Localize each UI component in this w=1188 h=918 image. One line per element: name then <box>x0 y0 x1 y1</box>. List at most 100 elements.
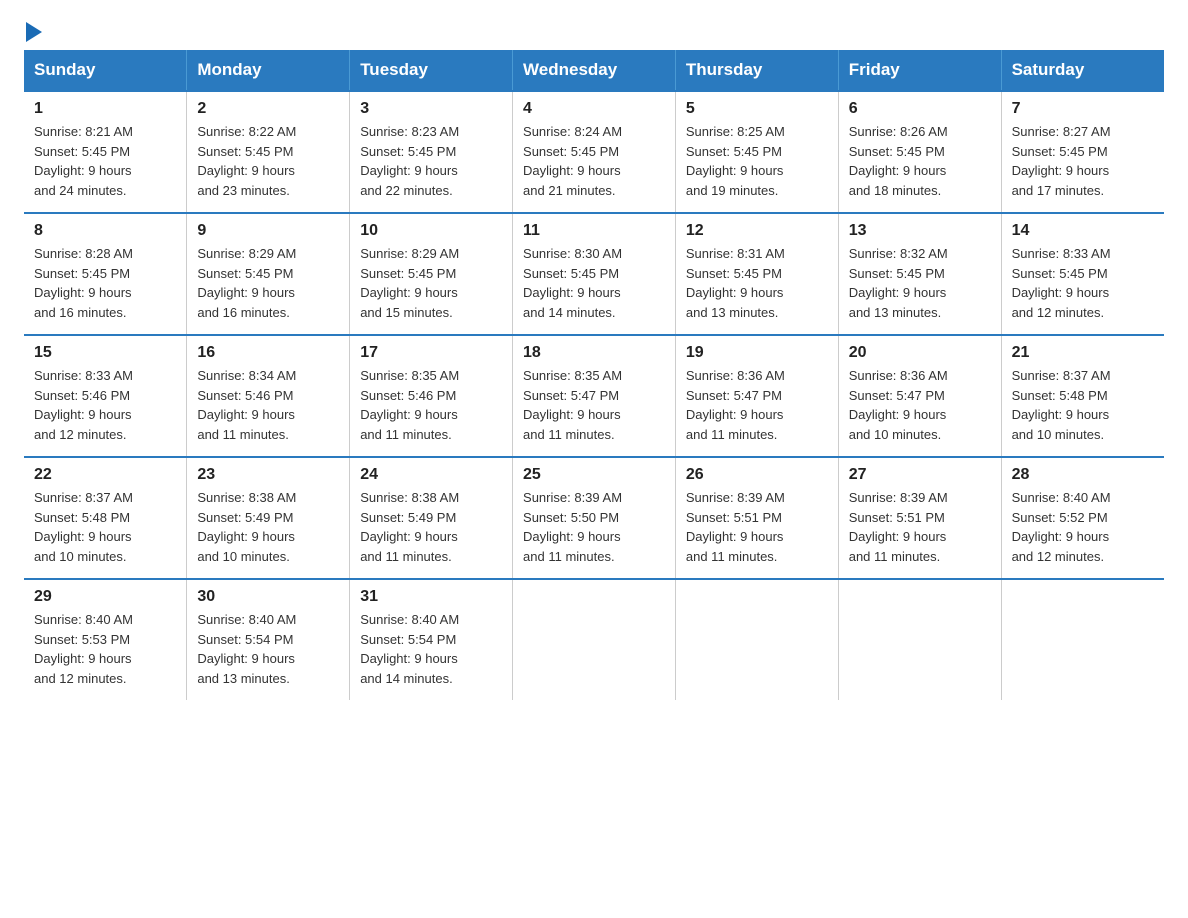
calendar-day-cell: 11 Sunrise: 8:30 AMSunset: 5:45 PMDayligh… <box>513 213 676 335</box>
day-info: Sunrise: 8:23 AMSunset: 5:45 PMDaylight:… <box>360 122 502 200</box>
day-info: Sunrise: 8:39 AMSunset: 5:50 PMDaylight:… <box>523 488 665 566</box>
calendar-day-cell: 25 Sunrise: 8:39 AMSunset: 5:50 PMDayligh… <box>513 457 676 579</box>
day-number: 17 <box>360 344 502 362</box>
page-header <box>24 24 1164 40</box>
weekday-header-friday: Friday <box>838 50 1001 91</box>
day-info: Sunrise: 8:32 AMSunset: 5:45 PMDaylight:… <box>849 244 991 322</box>
day-info: Sunrise: 8:39 AMSunset: 5:51 PMDaylight:… <box>849 488 991 566</box>
day-number: 13 <box>849 222 991 240</box>
day-info: Sunrise: 8:31 AMSunset: 5:45 PMDaylight:… <box>686 244 828 322</box>
calendar-day-cell <box>1001 579 1164 700</box>
calendar-day-cell <box>675 579 838 700</box>
calendar-day-cell: 17 Sunrise: 8:35 AMSunset: 5:46 PMDayligh… <box>350 335 513 457</box>
day-number: 25 <box>523 466 665 484</box>
day-number: 8 <box>34 222 176 240</box>
calendar-day-cell: 2 Sunrise: 8:22 AMSunset: 5:45 PMDaylight… <box>187 91 350 213</box>
day-number: 12 <box>686 222 828 240</box>
day-number: 16 <box>197 344 339 362</box>
calendar-day-cell: 18 Sunrise: 8:35 AMSunset: 5:47 PMDayligh… <box>513 335 676 457</box>
calendar-day-cell: 12 Sunrise: 8:31 AMSunset: 5:45 PMDayligh… <box>675 213 838 335</box>
day-info: Sunrise: 8:36 AMSunset: 5:47 PMDaylight:… <box>686 366 828 444</box>
calendar-table: SundayMondayTuesdayWednesdayThursdayFrid… <box>24 50 1164 700</box>
day-info: Sunrise: 8:38 AMSunset: 5:49 PMDaylight:… <box>360 488 502 566</box>
day-info: Sunrise: 8:33 AMSunset: 5:45 PMDaylight:… <box>1012 244 1154 322</box>
logo-triangle-icon <box>26 22 42 42</box>
day-number: 21 <box>1012 344 1154 362</box>
day-info: Sunrise: 8:22 AMSunset: 5:45 PMDaylight:… <box>197 122 339 200</box>
day-number: 28 <box>1012 466 1154 484</box>
calendar-week-row: 1 Sunrise: 8:21 AMSunset: 5:45 PMDaylight… <box>24 91 1164 213</box>
day-info: Sunrise: 8:29 AMSunset: 5:45 PMDaylight:… <box>197 244 339 322</box>
day-number: 5 <box>686 100 828 118</box>
day-info: Sunrise: 8:21 AMSunset: 5:45 PMDaylight:… <box>34 122 176 200</box>
calendar-day-cell: 10 Sunrise: 8:29 AMSunset: 5:45 PMDayligh… <box>350 213 513 335</box>
day-info: Sunrise: 8:36 AMSunset: 5:47 PMDaylight:… <box>849 366 991 444</box>
day-info: Sunrise: 8:25 AMSunset: 5:45 PMDaylight:… <box>686 122 828 200</box>
day-info: Sunrise: 8:40 AMSunset: 5:54 PMDaylight:… <box>197 610 339 688</box>
calendar-day-cell: 27 Sunrise: 8:39 AMSunset: 5:51 PMDayligh… <box>838 457 1001 579</box>
day-number: 20 <box>849 344 991 362</box>
day-number: 2 <box>197 100 339 118</box>
day-info: Sunrise: 8:24 AMSunset: 5:45 PMDaylight:… <box>523 122 665 200</box>
calendar-day-cell: 29 Sunrise: 8:40 AMSunset: 5:53 PMDayligh… <box>24 579 187 700</box>
day-number: 26 <box>686 466 828 484</box>
weekday-header-saturday: Saturday <box>1001 50 1164 91</box>
day-number: 3 <box>360 100 502 118</box>
day-info: Sunrise: 8:39 AMSunset: 5:51 PMDaylight:… <box>686 488 828 566</box>
calendar-week-row: 22 Sunrise: 8:37 AMSunset: 5:48 PMDayligh… <box>24 457 1164 579</box>
calendar-day-cell: 4 Sunrise: 8:24 AMSunset: 5:45 PMDaylight… <box>513 91 676 213</box>
weekday-header-monday: Monday <box>187 50 350 91</box>
calendar-day-cell <box>513 579 676 700</box>
calendar-day-cell: 28 Sunrise: 8:40 AMSunset: 5:52 PMDayligh… <box>1001 457 1164 579</box>
day-number: 6 <box>849 100 991 118</box>
calendar-day-cell: 23Sunrise: 8:38 AMSunset: 5:49 PMDayligh… <box>187 457 350 579</box>
day-info: Sunrise: 8:26 AMSunset: 5:45 PMDaylight:… <box>849 122 991 200</box>
day-number: 19 <box>686 344 828 362</box>
day-info: Sunrise: 8:27 AMSunset: 5:45 PMDaylight:… <box>1012 122 1154 200</box>
day-info: Sunrise: 8:29 AMSunset: 5:45 PMDaylight:… <box>360 244 502 322</box>
calendar-day-cell: 19 Sunrise: 8:36 AMSunset: 5:47 PMDayligh… <box>675 335 838 457</box>
weekday-header-tuesday: Tuesday <box>350 50 513 91</box>
day-info: Sunrise: 8:40 AMSunset: 5:53 PMDaylight:… <box>34 610 176 688</box>
calendar-day-cell: 30 Sunrise: 8:40 AMSunset: 5:54 PMDayligh… <box>187 579 350 700</box>
calendar-day-cell: 13 Sunrise: 8:32 AMSunset: 5:45 PMDayligh… <box>838 213 1001 335</box>
calendar-week-row: 8Sunrise: 8:28 AMSunset: 5:45 PMDaylight… <box>24 213 1164 335</box>
day-info: Sunrise: 8:40 AMSunset: 5:52 PMDaylight:… <box>1012 488 1154 566</box>
day-info: Sunrise: 8:37 AMSunset: 5:48 PMDaylight:… <box>1012 366 1154 444</box>
day-number: 9 <box>197 222 339 240</box>
day-info: Sunrise: 8:35 AMSunset: 5:46 PMDaylight:… <box>360 366 502 444</box>
calendar-week-row: 29 Sunrise: 8:40 AMSunset: 5:53 PMDayligh… <box>24 579 1164 700</box>
day-info: Sunrise: 8:34 AMSunset: 5:46 PMDaylight:… <box>197 366 339 444</box>
calendar-day-cell <box>838 579 1001 700</box>
calendar-day-cell: 14Sunrise: 8:33 AMSunset: 5:45 PMDayligh… <box>1001 213 1164 335</box>
day-number: 22 <box>34 466 176 484</box>
calendar-day-cell: 24 Sunrise: 8:38 AMSunset: 5:49 PMDayligh… <box>350 457 513 579</box>
day-info: Sunrise: 8:33 AMSunset: 5:46 PMDaylight:… <box>34 366 176 444</box>
weekday-header-row: SundayMondayTuesdayWednesdayThursdayFrid… <box>24 50 1164 91</box>
day-number: 23 <box>197 466 339 484</box>
calendar-day-cell: 16 Sunrise: 8:34 AMSunset: 5:46 PMDayligh… <box>187 335 350 457</box>
weekday-header-wednesday: Wednesday <box>513 50 676 91</box>
calendar-day-cell: 6 Sunrise: 8:26 AMSunset: 5:45 PMDaylight… <box>838 91 1001 213</box>
day-info: Sunrise: 8:35 AMSunset: 5:47 PMDaylight:… <box>523 366 665 444</box>
day-number: 29 <box>34 588 176 606</box>
day-info: Sunrise: 8:37 AMSunset: 5:48 PMDaylight:… <box>34 488 176 566</box>
day-number: 27 <box>849 466 991 484</box>
day-number: 1 <box>34 100 176 118</box>
calendar-day-cell: 21 Sunrise: 8:37 AMSunset: 5:48 PMDayligh… <box>1001 335 1164 457</box>
calendar-day-cell: 31Sunrise: 8:40 AMSunset: 5:54 PMDayligh… <box>350 579 513 700</box>
day-number: 7 <box>1012 100 1154 118</box>
day-number: 10 <box>360 222 502 240</box>
calendar-day-cell: 8Sunrise: 8:28 AMSunset: 5:45 PMDaylight… <box>24 213 187 335</box>
day-number: 30 <box>197 588 339 606</box>
calendar-day-cell: 3 Sunrise: 8:23 AMSunset: 5:45 PMDaylight… <box>350 91 513 213</box>
calendar-week-row: 15 Sunrise: 8:33 AMSunset: 5:46 PMDayligh… <box>24 335 1164 457</box>
day-number: 15 <box>34 344 176 362</box>
day-info: Sunrise: 8:30 AMSunset: 5:45 PMDaylight:… <box>523 244 665 322</box>
day-number: 4 <box>523 100 665 118</box>
day-number: 24 <box>360 466 502 484</box>
calendar-day-cell: 9 Sunrise: 8:29 AMSunset: 5:45 PMDaylight… <box>187 213 350 335</box>
day-number: 18 <box>523 344 665 362</box>
logo <box>24 24 42 40</box>
day-number: 11 <box>523 222 665 240</box>
